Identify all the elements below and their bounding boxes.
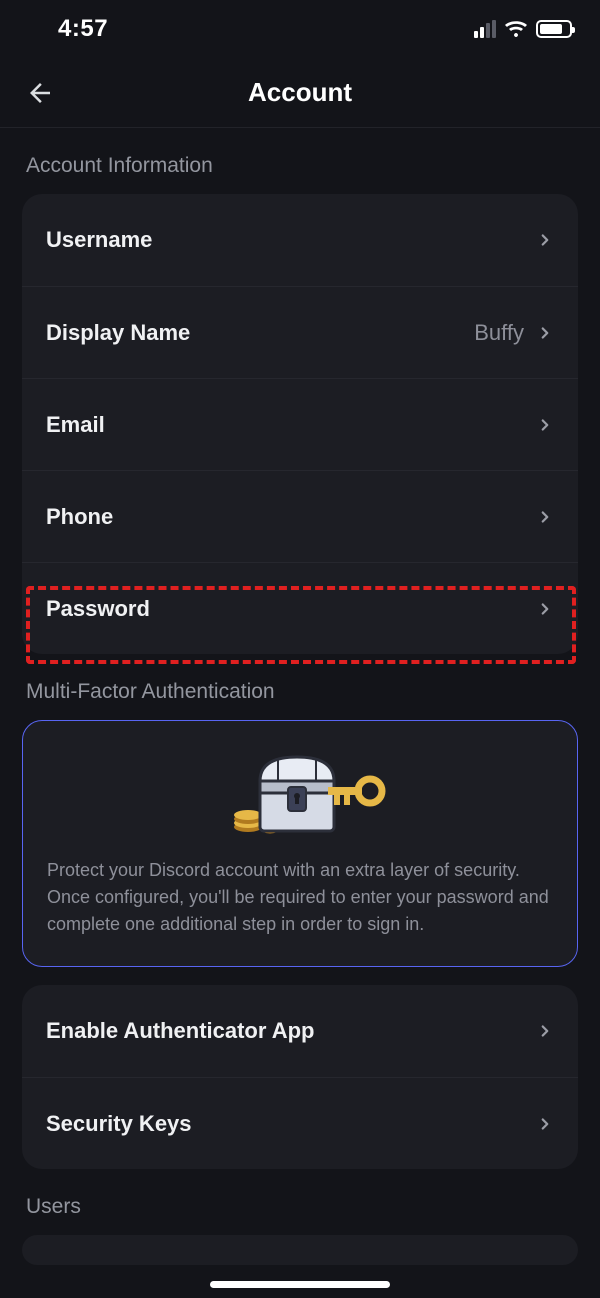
row-label: Security Keys <box>46 1111 192 1137</box>
chevron-right-icon <box>536 231 554 249</box>
page-title: Account <box>248 77 352 108</box>
row-display-name[interactable]: Display Name Buffy <box>22 286 578 378</box>
row-phone[interactable]: Phone <box>22 470 578 562</box>
row-label: Username <box>46 227 152 253</box>
account-info-card: Username Display Name Buffy Email <box>22 194 578 654</box>
section-mfa: Multi-Factor Authentication <box>0 654 600 1169</box>
back-button[interactable] <box>20 73 60 113</box>
status-indicators <box>474 20 572 38</box>
section-account-information: Account Information Username Display Nam… <box>0 128 600 654</box>
row-password[interactable]: Password <box>22 562 578 654</box>
cellular-icon <box>474 20 496 38</box>
mfa-illustration <box>47 747 553 839</box>
section-users: Users <box>0 1169 600 1265</box>
chevron-right-icon <box>536 1115 554 1133</box>
chevron-right-icon <box>536 508 554 526</box>
chevron-right-icon <box>536 600 554 618</box>
wifi-icon <box>504 20 528 38</box>
row-label: Password <box>46 596 150 622</box>
home-indicator[interactable] <box>210 1281 390 1288</box>
chevron-right-icon <box>536 324 554 342</box>
chevron-right-icon <box>536 416 554 434</box>
section-header-account-information: Account Information <box>22 128 578 194</box>
mfa-info-card: Protect your Discord account with an ext… <box>22 720 578 967</box>
users-card <box>22 1235 578 1265</box>
arrow-left-icon <box>25 78 55 108</box>
status-time: 4:57 <box>58 15 108 43</box>
row-enable-authenticator[interactable]: Enable Authenticator App <box>22 985 578 1077</box>
section-header-users: Users <box>22 1169 578 1235</box>
mfa-options-card: Enable Authenticator App Security Keys <box>22 985 578 1169</box>
row-label: Enable Authenticator App <box>46 1018 315 1044</box>
mfa-description: Protect your Discord account with an ext… <box>47 857 553 938</box>
row-label: Display Name <box>46 320 190 346</box>
section-header-mfa: Multi-Factor Authentication <box>22 654 578 720</box>
page-header: Account <box>0 58 600 128</box>
treasure-chest-key-icon <box>200 747 400 839</box>
row-label: Email <box>46 412 105 438</box>
row-label: Phone <box>46 504 113 530</box>
chevron-right-icon <box>536 1022 554 1040</box>
row-email[interactable]: Email <box>22 378 578 470</box>
status-bar: 4:57 <box>0 0 600 58</box>
row-security-keys[interactable]: Security Keys <box>22 1077 578 1169</box>
battery-icon <box>536 20 572 38</box>
row-username[interactable]: Username <box>22 194 578 286</box>
row-value: Buffy <box>474 320 524 346</box>
